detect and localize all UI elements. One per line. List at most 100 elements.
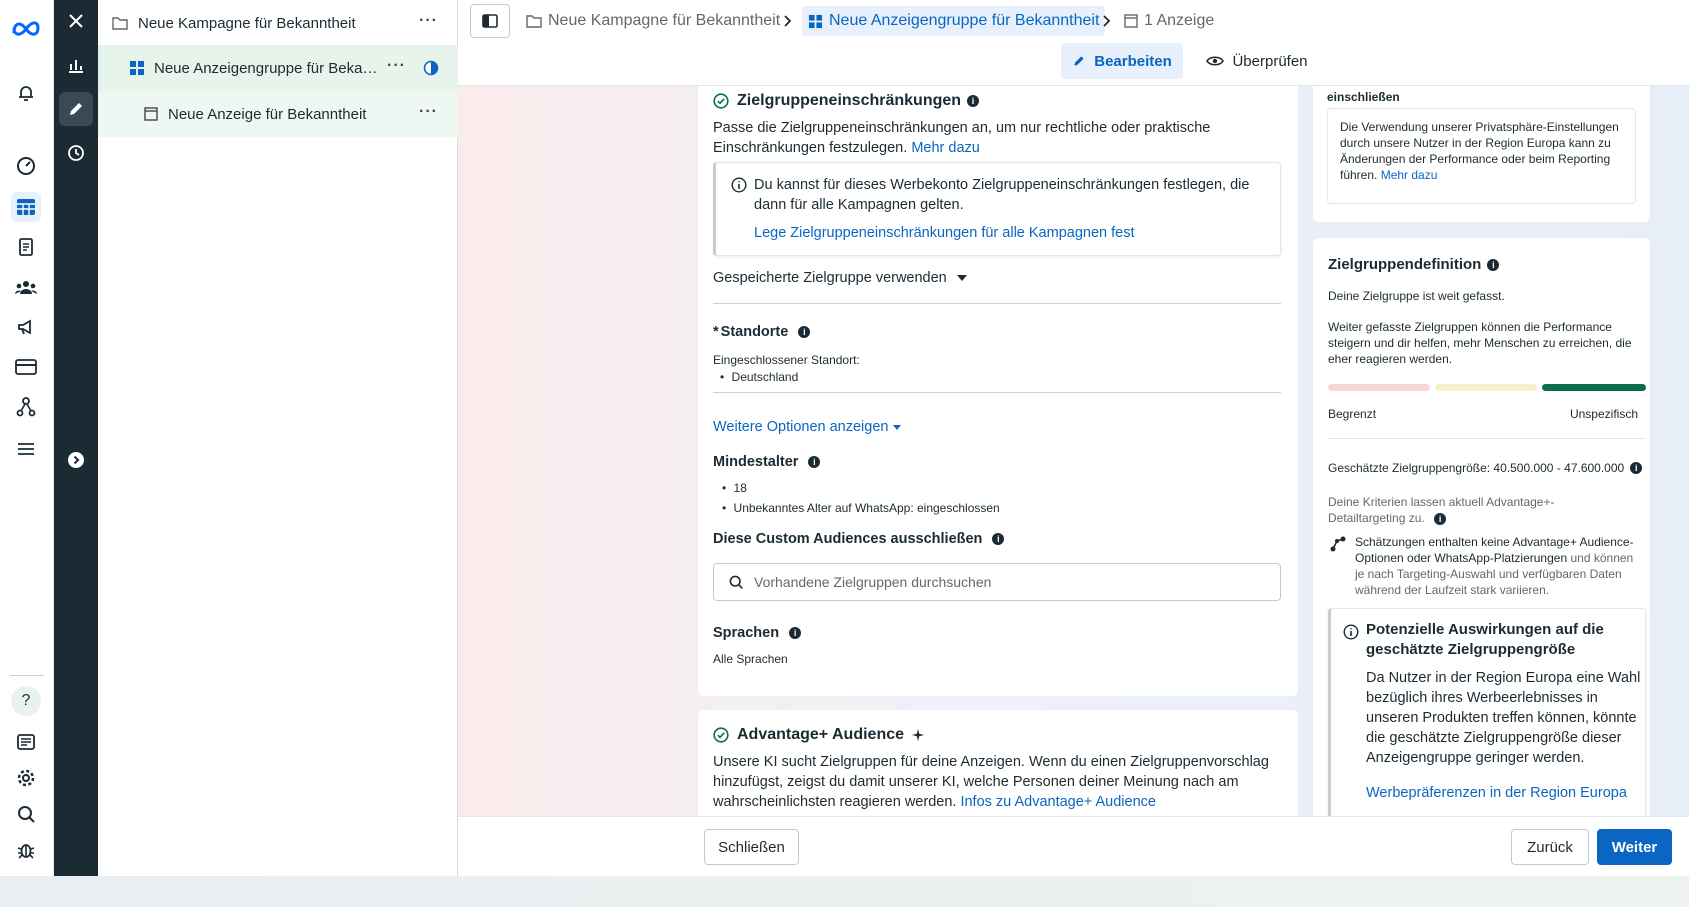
billing-card-icon[interactable] (11, 352, 41, 382)
info-outline-icon (731, 177, 747, 193)
breadcrumb-adset[interactable]: Neue Anzeigengruppe für Bekanntheit (802, 6, 1106, 36)
set-account-restrictions-link[interactable]: Lege Zielgruppeneinschränkungen für alle… (754, 223, 1134, 243)
audience-restrictions-card: Zielgruppeneinschränkungen i Passe die Z… (698, 86, 1298, 696)
definition-header: Zielgruppendefinition i (1328, 256, 1500, 273)
eye-icon (1206, 56, 1225, 66)
advantage-description: Unsere KI sucht Zielgruppen für deine An… (713, 752, 1273, 812)
info-icon[interactable]: i (967, 95, 980, 107)
edit-pencil-icon (1074, 56, 1084, 66)
audience-search-input[interactable]: Vorhandene Zielgruppen durchsuchen (713, 563, 1281, 601)
exclude-audiences-title: Diese Custom Audiences ausschließen i (713, 531, 1005, 547)
search-icon[interactable] (11, 799, 41, 829)
impact-text: Da Nutzer in der Region Europa eine Wahl… (1366, 670, 1641, 766)
languages-value: Alle Sprachen (713, 652, 788, 666)
included-location-label: Eingeschlossener Standort: (713, 353, 860, 367)
more-options-icon[interactable]: ··· (387, 57, 406, 75)
dropdown-label: Gespeicherte Zielgruppe verwenden (713, 270, 947, 286)
meter-mid-segment (1435, 384, 1537, 391)
learn-more-link[interactable]: Mehr dazu (911, 140, 980, 156)
location-item: • Deutschland (720, 370, 799, 384)
edit-mode-label: Bearbeiten (1094, 52, 1172, 70)
expand-panel-icon[interactable] (59, 443, 93, 477)
tree-item-campaign[interactable]: Neue Kampagne für Bekanntheit ··· (98, 0, 458, 46)
campaign-megaphone-icon[interactable] (11, 312, 41, 342)
saved-audience-dropdown[interactable]: Gespeicherte Zielgruppe verwenden (713, 268, 967, 288)
audience-breadth-text: Deine Zielgruppe ist weit gefasst. (1328, 289, 1505, 303)
edit-pencil-icon[interactable] (59, 92, 93, 126)
info-icon[interactable]: i (992, 533, 1005, 545)
ad-icon (144, 107, 158, 121)
top-bar: Neue Kampagne für Bekanntheit Neue Anzei… (458, 0, 1689, 86)
chevron-right-icon (784, 15, 792, 27)
more-options-icon[interactable]: ··· (419, 103, 438, 121)
breadcrumb-label: Neue Kampagne für Bekanntheit (548, 12, 781, 29)
meta-logo-icon[interactable] (11, 13, 41, 43)
estimate-disclaimer: Schätzungen enthalten keine Advantage+ A… (1355, 534, 1645, 598)
chevron-right-icon (1103, 15, 1111, 27)
pages-icon[interactable] (11, 232, 41, 262)
tree-item-ad[interactable]: Neue Anzeige für Bekanntheit ··· (98, 91, 458, 137)
editor-toolbar (54, 0, 98, 876)
advantage-info-link[interactable]: Infos zu Advantage+ Audience (960, 794, 1156, 810)
info-icon[interactable]: i (1487, 258, 1500, 271)
info-icon[interactable]: i (798, 326, 811, 338)
divider (713, 392, 1281, 393)
toggle-sidebar-button[interactable] (470, 4, 510, 38)
divider (713, 303, 1281, 304)
news-icon[interactable] (11, 727, 41, 757)
privacy-text: Die Verwendung unserer Privatsphäre-Eins… (1340, 119, 1628, 183)
caret-down-icon (893, 424, 902, 430)
meter-broad-segment (1542, 384, 1646, 391)
audiences-icon[interactable] (11, 272, 41, 302)
dashboard-icon[interactable] (11, 151, 41, 181)
page-footer-strip (0, 876, 1689, 907)
review-mode-button[interactable]: Überprüfen (1198, 43, 1316, 79)
estimated-size: Geschätzte Zielgruppengröße: 40.500.000 … (1328, 460, 1643, 476)
business-graph-icon[interactable] (11, 392, 41, 422)
folder-icon (112, 17, 128, 30)
show-more-options-link[interactable]: Weitere Optionen anzeigen (713, 417, 902, 437)
more-options-icon[interactable]: ··· (419, 12, 438, 30)
folder-icon (526, 15, 542, 28)
info-outline-icon (1343, 624, 1359, 640)
close-editor-icon[interactable] (59, 4, 93, 38)
close-button[interactable]: Schließen (704, 829, 799, 865)
adset-grid-icon (130, 61, 144, 75)
notifications-icon[interactable] (11, 78, 41, 108)
next-button[interactable]: Weiter (1597, 829, 1672, 865)
edit-mode-button[interactable]: Bearbeiten (1061, 43, 1183, 79)
locations-title: * Standorte i (713, 324, 811, 340)
info-icon[interactable]: i (808, 456, 821, 468)
ads-manager-table-icon[interactable] (11, 192, 41, 222)
breadcrumb-label: Neue Anzeigengruppe für Bekanntheit (829, 12, 1100, 29)
impact-notice: Potenzielle Auswirkungen auf die geschät… (1328, 608, 1646, 816)
tree-item-label: Neue Anzeige für Bekanntheit (168, 105, 367, 123)
history-clock-icon[interactable] (59, 136, 93, 170)
sparkle-icon (912, 729, 925, 741)
bug-report-icon[interactable] (11, 835, 41, 865)
chart-icon[interactable] (59, 48, 93, 82)
tree-item-label: Neue Kampagne für Bekanntheit (138, 14, 356, 32)
ad-preferences-link[interactable]: Werbepräferenzen in der Region Europa (1366, 783, 1627, 803)
breadcrumb-ads[interactable]: 1 Anzeige (1124, 10, 1214, 32)
check-circle-icon (713, 93, 729, 109)
info-icon[interactable]: i (1434, 512, 1447, 525)
tree-item-adset[interactable]: Neue Anzeigengruppe für Beka… ··· (98, 45, 458, 91)
restrictions-header: Zielgruppeneinschränkungen i (713, 92, 980, 110)
divider (1328, 438, 1646, 439)
audience-definition-card: Zielgruppendefinition i Deine Zielgruppe… (1313, 238, 1650, 816)
search-icon (729, 575, 743, 589)
info-icon[interactable]: i (789, 627, 802, 639)
rail-divider (10, 675, 44, 676)
languages-title: Sprachen i (713, 625, 802, 641)
settings-gear-icon[interactable] (11, 763, 41, 793)
unknown-age-value: Unbekanntes Alter auf WhatsApp: eingesch… (733, 501, 1000, 515)
privacy-card-title: einschließen (1327, 90, 1400, 104)
notice-text: Du kannst für dieses Werbekonto Zielgrup… (754, 177, 1250, 213)
info-icon[interactable]: i (1630, 462, 1643, 474)
help-icon[interactable]: ? (11, 686, 41, 716)
breadcrumb-campaign[interactable]: Neue Kampagne für Bekanntheit (526, 10, 780, 32)
back-button[interactable]: Zurück (1511, 829, 1589, 865)
learn-more-link[interactable]: Mehr dazu (1381, 168, 1438, 182)
menu-icon[interactable] (11, 434, 41, 464)
